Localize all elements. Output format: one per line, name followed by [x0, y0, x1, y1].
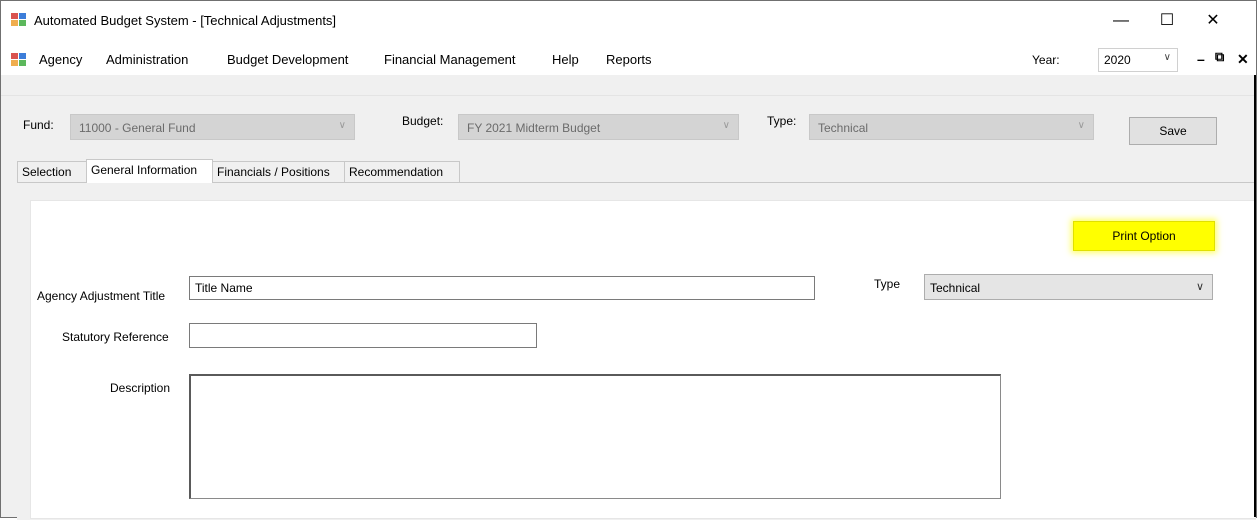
menu-bar: Agency Administration Budget Development…: [1, 45, 1256, 75]
window-title: Automated Budget System - [Technical Adj…: [34, 13, 337, 28]
close-button[interactable]: ✕: [1198, 9, 1228, 33]
year-value: 2020: [1104, 53, 1131, 67]
mdi-app-icon[interactable]: [11, 53, 27, 67]
year-select[interactable]: 2020 ∨: [1098, 48, 1178, 72]
title-bar: Automated Budget System - [Technical Adj…: [1, 1, 1256, 45]
tab-selection[interactable]: Selection: [17, 161, 87, 182]
tab-financials-positions[interactable]: Financials / Positions: [212, 161, 345, 182]
title-label: Agency Adjustment Title: [37, 289, 166, 303]
year-label: Year:: [1032, 53, 1060, 67]
menu-reports[interactable]: Reports: [606, 52, 652, 67]
type-filter-value: Technical: [818, 121, 869, 135]
mdi-close-button[interactable]: ✕: [1237, 51, 1249, 68]
budget-value: FY 2021 Midterm Budget: [467, 121, 601, 135]
menu-agency[interactable]: Agency: [39, 52, 82, 67]
save-button[interactable]: Save: [1129, 117, 1217, 145]
mdi-minimize-button[interactable]: –: [1197, 51, 1205, 67]
description-label: Description: [110, 381, 171, 395]
app-window-icon: [11, 13, 27, 27]
chevron-down-icon: ∨: [722, 120, 730, 131]
mdi-restore-button[interactable]: ⧉: [1215, 49, 1224, 65]
tab-recommendation[interactable]: Recommendation: [344, 161, 460, 182]
menu-budget-development[interactable]: Budget Development: [227, 52, 348, 67]
type-select-value: Technical: [930, 281, 981, 295]
type-label: Type: [874, 277, 901, 291]
title-input-value: Title Name: [195, 281, 253, 295]
toolbar-strip: [1, 75, 1256, 96]
window-right-border: [1254, 75, 1256, 517]
statutory-reference-input[interactable]: [189, 323, 537, 348]
type-filter-select[interactable]: Technical ∨: [809, 114, 1094, 140]
minimize-button[interactable]: —: [1106, 9, 1136, 33]
chevron-down-icon: ∨: [338, 120, 346, 131]
chevron-down-icon: ∨: [1077, 120, 1085, 131]
chevron-down-icon: ∨: [1163, 52, 1171, 63]
tab-general-information[interactable]: General Information: [86, 159, 213, 183]
menu-help[interactable]: Help: [552, 52, 579, 67]
description-textarea[interactable]: [189, 374, 1001, 499]
budget-label: Budget:: [402, 114, 444, 128]
maximize-button[interactable]: ☐: [1152, 9, 1182, 33]
budget-select[interactable]: FY 2021 Midterm Budget ∨: [458, 114, 739, 140]
fund-select[interactable]: 11000 - General Fund ∨: [70, 114, 355, 140]
chevron-down-icon: ∨: [1195, 281, 1204, 293]
fund-value: 11000 - General Fund: [79, 121, 196, 135]
statutory-label: Statutory Reference: [62, 330, 169, 344]
app-window: Automated Budget System - [Technical Adj…: [0, 0, 1257, 520]
type-select[interactable]: Technical ∨: [924, 274, 1213, 300]
title-input[interactable]: Title Name: [189, 276, 815, 300]
type-filter-label: Type:: [767, 114, 797, 128]
menu-financial-management[interactable]: Financial Management: [384, 52, 516, 67]
menu-administration[interactable]: Administration: [106, 52, 188, 67]
print-option-button[interactable]: Print Option: [1073, 221, 1215, 251]
fund-label: Fund:: [23, 118, 54, 132]
